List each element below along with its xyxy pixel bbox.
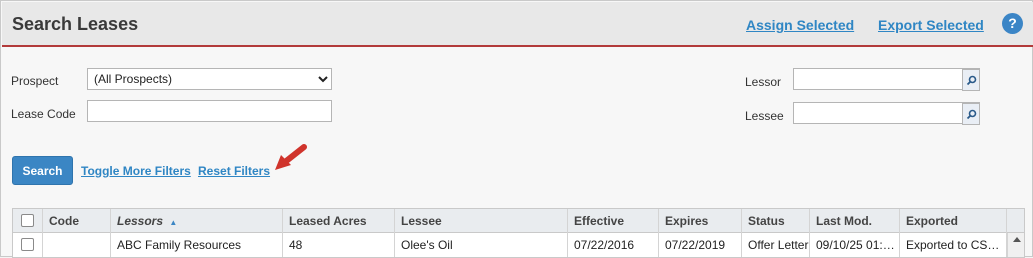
cell-exported: Exported to CS…: [900, 233, 1007, 257]
cell-lessee: Olee's Oil: [395, 233, 568, 257]
cell-leased-acres: 48: [283, 233, 395, 257]
cell-effective: 07/22/2016: [568, 233, 659, 257]
leases-grid: Code Lessors ▲ Leased Acres Lessee Effec…: [12, 208, 1025, 258]
lessee-lookup-button[interactable]: [962, 103, 980, 125]
column-header-status[interactable]: Status: [742, 209, 810, 233]
lessor-label: Lessor: [745, 75, 782, 89]
page-title: Search Leases: [12, 14, 139, 34]
vertical-scrollbar[interactable]: [1007, 233, 1024, 257]
lessor-input[interactable]: [793, 68, 980, 91]
search-button[interactable]: Search: [12, 156, 73, 185]
export-selected-link[interactable]: Export Selected: [878, 17, 984, 33]
prospect-label: Prospect: [11, 74, 59, 88]
column-header-lessors[interactable]: Lessors ▲: [111, 209, 283, 233]
prospect-select[interactable]: (All Prospects): [87, 68, 332, 90]
magnifier-icon: [966, 75, 976, 85]
column-header-leased-acres[interactable]: Leased Acres: [283, 209, 395, 233]
lease-code-input[interactable]: [87, 100, 332, 122]
column-header-exported[interactable]: Exported: [900, 209, 1007, 233]
search-leases-panel: Search Leases Assign Selected Export Sel…: [0, 0, 1033, 258]
cell-lessors: ABC Family Resources: [111, 233, 283, 257]
magnifier-icon: [966, 109, 976, 119]
annotation-arrow-icon: [275, 144, 307, 170]
column-header-code[interactable]: Code: [43, 209, 111, 233]
toggle-more-filters-link[interactable]: Toggle More Filters: [81, 164, 191, 178]
column-header-effective[interactable]: Effective: [568, 209, 659, 233]
grid-header-row: Code Lessors ▲ Leased Acres Lessee Effec…: [13, 209, 1024, 233]
lessee-label: Lessee: [745, 109, 784, 123]
select-all-checkbox[interactable]: [21, 214, 34, 227]
lease-code-label: Lease Code: [11, 107, 76, 121]
cell-code: [43, 233, 111, 257]
lessor-lookup-button[interactable]: [962, 69, 980, 91]
column-header-expires[interactable]: Expires: [659, 209, 742, 233]
scroll-up-arrow-icon[interactable]: [1013, 237, 1021, 242]
sort-ascending-icon: ▲: [169, 218, 178, 227]
row-checkbox[interactable]: [21, 238, 34, 251]
cell-expires: 07/22/2019: [659, 233, 742, 257]
help-icon[interactable]: ?: [1002, 13, 1023, 34]
cell-status: Offer Letter: [742, 233, 810, 257]
column-header-lessors-label: Lessors: [117, 214, 164, 228]
row-select-cell: [13, 233, 43, 257]
column-header-lessee[interactable]: Lessee: [395, 209, 568, 233]
assign-selected-link[interactable]: Assign Selected: [746, 17, 854, 33]
column-header-last-mod[interactable]: Last Mod.: [810, 209, 900, 233]
select-all-cell: [13, 209, 43, 233]
table-row[interactable]: ABC Family Resources 48 Olee's Oil 07/22…: [13, 233, 1007, 257]
cell-last-mod: 09/10/25 01:…: [810, 233, 900, 257]
reset-filters-link[interactable]: Reset Filters: [198, 164, 270, 178]
panel-header: Search Leases Assign Selected Export Sel…: [2, 2, 1033, 47]
lessee-input[interactable]: [793, 102, 980, 125]
